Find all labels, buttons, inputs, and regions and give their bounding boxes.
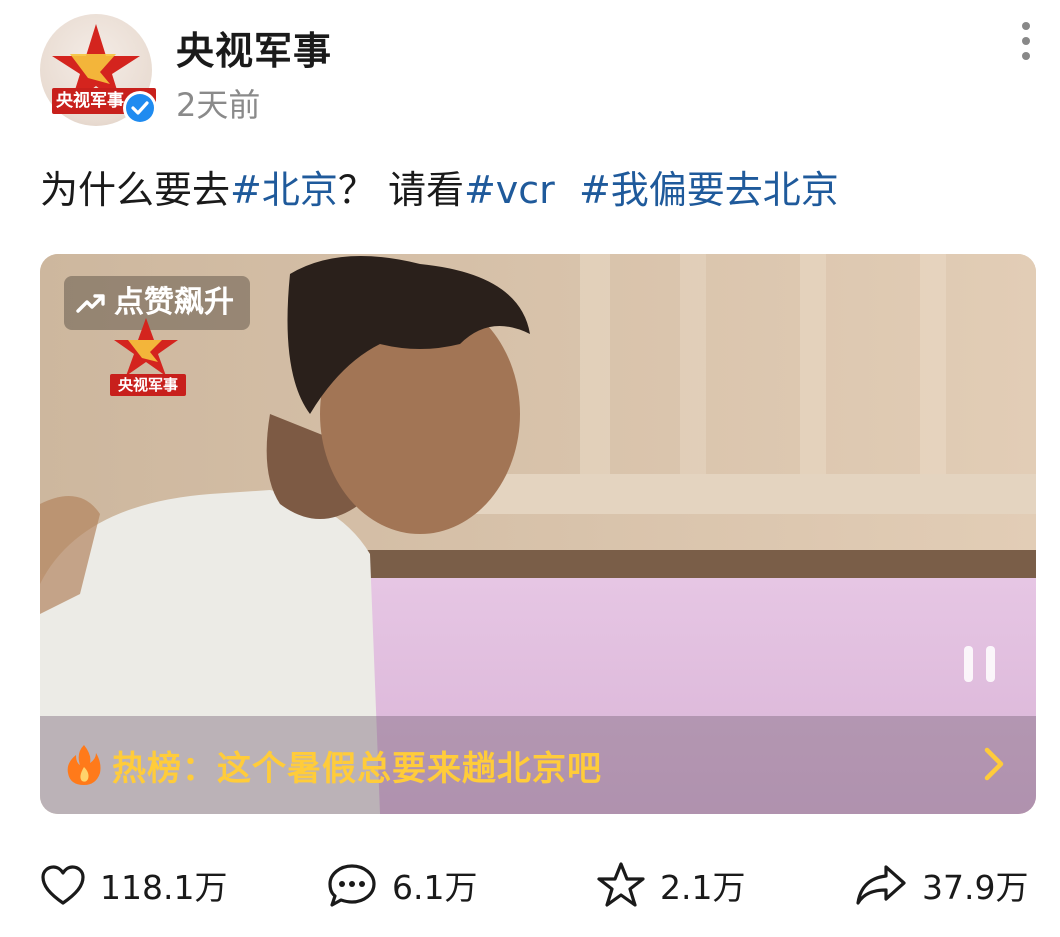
pause-icon[interactable] bbox=[960, 642, 1000, 686]
comment-button[interactable]: 6.1万 bbox=[326, 850, 477, 920]
author-name[interactable]: 央视军事 bbox=[176, 20, 332, 75]
share-button[interactable]: 37.9万 bbox=[854, 850, 1028, 920]
trending-up-icon bbox=[76, 294, 105, 313]
post-text-segment: ？ 请看 bbox=[337, 168, 464, 212]
comment-icon bbox=[328, 864, 376, 907]
heart-icon bbox=[41, 865, 85, 905]
hashtag-link[interactable]: #北京 bbox=[230, 168, 338, 212]
flame-icon bbox=[67, 745, 101, 785]
post-text: 为什么要去#北京？ 请看#vcr #我偏要去北京 bbox=[40, 164, 1020, 216]
star-icon bbox=[597, 862, 645, 907]
post-time: 2天前 bbox=[176, 86, 261, 124]
share-count: 37.9万 bbox=[922, 868, 1029, 907]
action-bar: 118.1万 6.1万 2.1万 37.9万 bbox=[0, 850, 1060, 920]
chevron-right-icon[interactable] bbox=[982, 744, 1006, 784]
share-arrow-icon bbox=[856, 865, 906, 905]
favorite-count: 2.1万 bbox=[660, 868, 746, 907]
post-text-segment: 为什么要去 bbox=[40, 168, 231, 212]
comment-count: 6.1万 bbox=[392, 868, 478, 907]
watermark-star-icon bbox=[114, 318, 178, 376]
favorite-button[interactable]: 2.1万 bbox=[596, 850, 745, 920]
hot-list-banner[interactable]: 热榜：这个暑假总要来趟北京吧 bbox=[40, 716, 1036, 814]
hashtag-link[interactable]: #vcr bbox=[464, 168, 555, 212]
hashtag-link[interactable]: #我偏要去北京 bbox=[579, 168, 839, 212]
like-button[interactable]: 118.1万 bbox=[40, 850, 227, 920]
watermark-label: 央视军事 bbox=[110, 374, 186, 396]
hot-list-label: 热榜：这个暑假总要来趟北京吧 bbox=[112, 748, 602, 789]
verified-badge-icon bbox=[123, 91, 157, 125]
like-count: 118.1万 bbox=[100, 868, 228, 907]
video-player[interactable]: 点赞飙升 央视军事 热榜：这个暑假总要来趟北京吧 bbox=[40, 254, 1036, 814]
more-options-icon[interactable] bbox=[1008, 18, 1044, 64]
